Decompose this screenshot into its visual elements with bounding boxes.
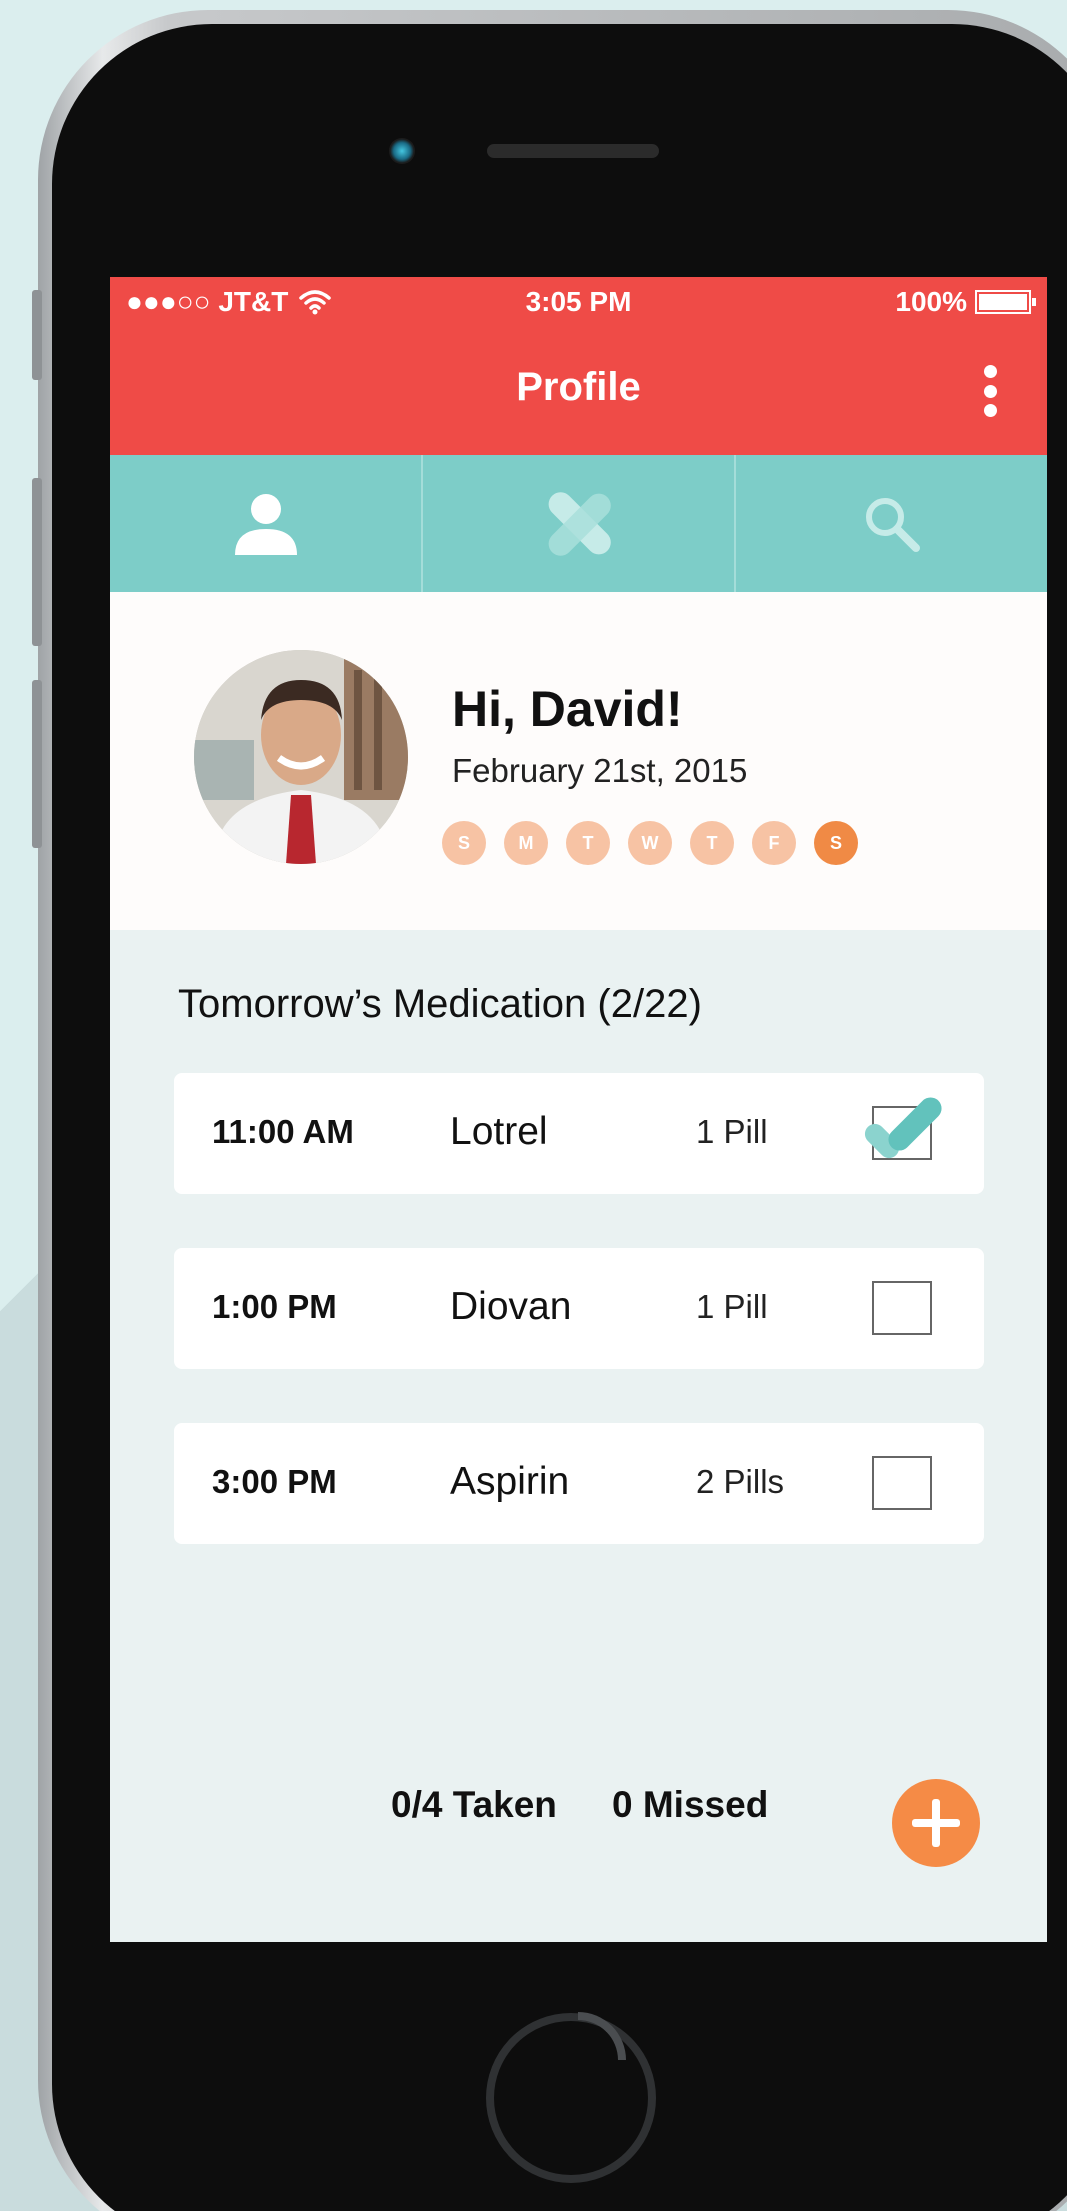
- day-sunday[interactable]: S: [442, 821, 486, 865]
- day-friday[interactable]: F: [752, 821, 796, 865]
- earpiece-speaker: [487, 144, 659, 158]
- plus-icon: [912, 1799, 960, 1847]
- medication-row[interactable]: 1:00 PM Diovan 1 Pill: [174, 1248, 984, 1369]
- front-camera: [389, 138, 415, 164]
- volume-up-button: [32, 478, 42, 646]
- taken-checkbox[interactable]: [872, 1281, 932, 1335]
- weekday-indicator: S M T W T F S: [442, 821, 858, 865]
- day-saturday[interactable]: S: [814, 821, 858, 865]
- current-date: February 21st, 2015: [452, 752, 748, 789]
- avatar[interactable]: [194, 650, 408, 864]
- mute-switch: [32, 290, 42, 380]
- tab-bar: [110, 455, 1047, 592]
- status-bar: ●●●○○ JT&T 3:05 PM 100%: [110, 277, 1047, 325]
- greeting: Hi, David!: [452, 681, 683, 737]
- page-title: Profile: [516, 365, 641, 409]
- tab-profile[interactable]: [110, 455, 421, 592]
- checkmark-icon: [864, 1097, 942, 1159]
- add-medication-button[interactable]: [892, 1779, 980, 1867]
- tab-medication[interactable]: [421, 455, 734, 592]
- medication-dose: 2 Pills: [696, 1463, 785, 1500]
- day-thursday[interactable]: T: [690, 821, 734, 865]
- medication-time: 1:00 PM: [212, 1288, 337, 1325]
- battery-icon: [975, 290, 1036, 314]
- search-icon: [865, 497, 920, 552]
- medication-name: Diovan: [450, 1285, 572, 1328]
- tab-search[interactable]: [734, 455, 1047, 592]
- header-bar: Profile: [110, 325, 1047, 455]
- medication-row[interactable]: 3:00 PM Aspirin 2 Pills: [174, 1423, 984, 1544]
- medication-time: 3:00 PM: [212, 1463, 337, 1500]
- medication-name: Aspirin: [450, 1460, 570, 1503]
- medication-dose: 1 Pill: [696, 1113, 768, 1150]
- section-title: Tomorrow’s Medication (2/22): [178, 982, 702, 1026]
- more-options-icon[interactable]: [983, 365, 997, 417]
- missed-count: 0 Missed: [612, 1784, 769, 1825]
- medication-row[interactable]: 11:00 AM Lotrel 1 Pill: [174, 1073, 984, 1194]
- profile-card: Hi, David! February 21st, 2015 S M T W T…: [110, 592, 1047, 930]
- taken-checkbox[interactable]: [872, 1456, 932, 1510]
- battery-percent: 100%: [895, 286, 967, 317]
- day-wednesday[interactable]: W: [628, 821, 672, 865]
- medication-name: Lotrel: [450, 1110, 548, 1153]
- person-icon: [234, 493, 297, 555]
- home-button[interactable]: [486, 2012, 656, 2183]
- medication-dose: 1 Pill: [696, 1288, 768, 1325]
- day-tuesday[interactable]: T: [566, 821, 610, 865]
- medication-time: 11:00 AM: [212, 1113, 354, 1150]
- bandage-icon: [548, 491, 611, 556]
- app-screen: ●●●○○ JT&T 3:05 PM 100% Profile Hi, Davi…: [110, 277, 1047, 1942]
- taken-count: 0/4 Taken: [391, 1784, 557, 1825]
- day-monday[interactable]: M: [504, 821, 548, 865]
- volume-down-button: [32, 680, 42, 848]
